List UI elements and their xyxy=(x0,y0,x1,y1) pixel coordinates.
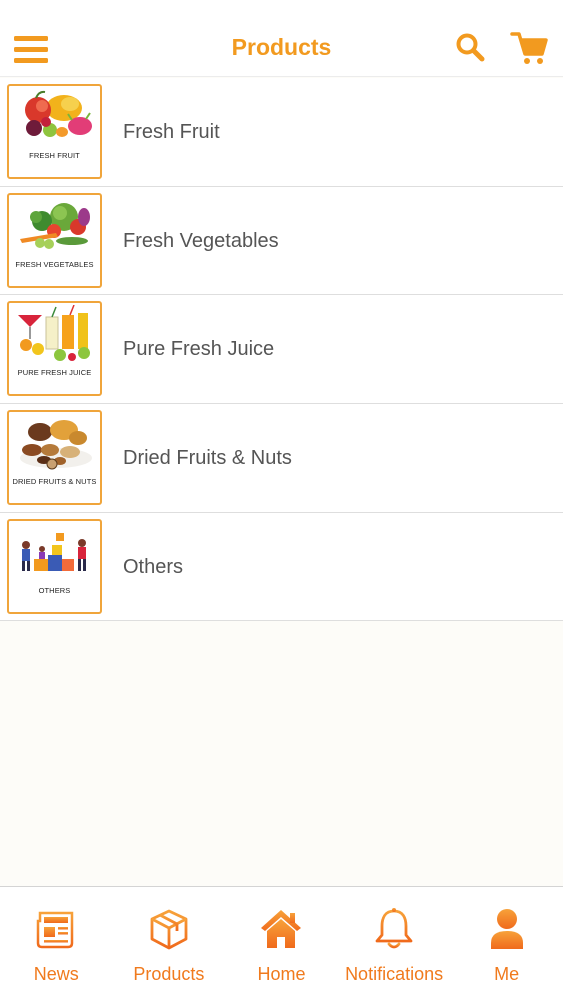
home-icon xyxy=(261,910,302,948)
tab-me[interactable]: Me xyxy=(450,887,563,1000)
category-row-dried-fruits-nuts[interactable]: DRIED FRUITS & NUTS Dried Fruits & Nuts xyxy=(0,404,563,513)
user-icon xyxy=(490,909,523,949)
category-row-others[interactable]: OTHERS Others xyxy=(0,512,563,622)
shopping-cart-icon[interactable] xyxy=(510,30,548,66)
category-list: FRESH FRUIT Fresh Fruit FRESH VEGETABLES… xyxy=(0,78,563,622)
fruit-illustration xyxy=(25,90,92,137)
category-label: Others xyxy=(123,555,184,578)
dried-fruits-illustration xyxy=(20,420,92,470)
tab-notifications[interactable]: Notifications xyxy=(338,887,451,1000)
tab-label: Notifications xyxy=(345,964,444,984)
tab-label: Me xyxy=(494,964,520,984)
thumbnail-caption: FRESH VEGETABLES xyxy=(15,259,94,269)
category-label: Fresh Fruit xyxy=(123,121,220,143)
bell-icon xyxy=(375,908,413,949)
search-icon[interactable] xyxy=(455,32,485,62)
bottom-tab-bar: News Products Home Notifications Me xyxy=(0,886,563,1000)
tab-label: News xyxy=(33,964,79,984)
others-thumbnail: OTHERS xyxy=(7,518,102,614)
tab-products[interactable]: Products xyxy=(113,887,226,1000)
fresh-vegetables-thumbnail: FRESH VEGETABLES xyxy=(7,192,102,288)
category-label: Dried Fruits & Nuts xyxy=(123,447,292,470)
tab-label: Products xyxy=(133,964,205,984)
category-label: Pure Fresh Juice xyxy=(123,338,275,361)
thumbnail-caption: OTHERS xyxy=(38,585,71,595)
pure-fresh-juice-thumbnail: PURE FRESH JUICE xyxy=(7,301,102,397)
newspaper-icon xyxy=(37,911,74,949)
others-illustration xyxy=(22,532,86,571)
tab-label: Home xyxy=(257,964,306,984)
tab-home[interactable]: Home xyxy=(225,887,338,1000)
category-row-pure-fresh-juice[interactable]: PURE FRESH JUICE Pure Fresh Juice xyxy=(0,295,563,405)
thumbnail-caption: DRIED FRUITS & NUTS xyxy=(12,477,97,487)
fresh-fruit-thumbnail: FRESH FRUIT xyxy=(7,84,102,179)
tab-news[interactable]: News xyxy=(0,887,113,1000)
category-row-fresh-vegetables[interactable]: FRESH VEGETABLES Fresh Vegetables xyxy=(0,186,563,296)
top-app-bar: Products xyxy=(0,0,563,77)
vegetables-illustration xyxy=(20,202,90,249)
dried-fruits-nuts-thumbnail: DRIED FRUITS & NUTS xyxy=(7,410,102,506)
category-label: Fresh Vegetables xyxy=(123,229,279,252)
category-row-fresh-fruit[interactable]: FRESH FRUIT Fresh Fruit xyxy=(0,78,563,187)
thumbnail-caption: PURE FRESH JUICE xyxy=(17,368,92,378)
juice-illustration xyxy=(18,305,90,362)
thumbnail-caption: FRESH FRUIT xyxy=(29,151,80,160)
box-icon xyxy=(150,909,188,950)
